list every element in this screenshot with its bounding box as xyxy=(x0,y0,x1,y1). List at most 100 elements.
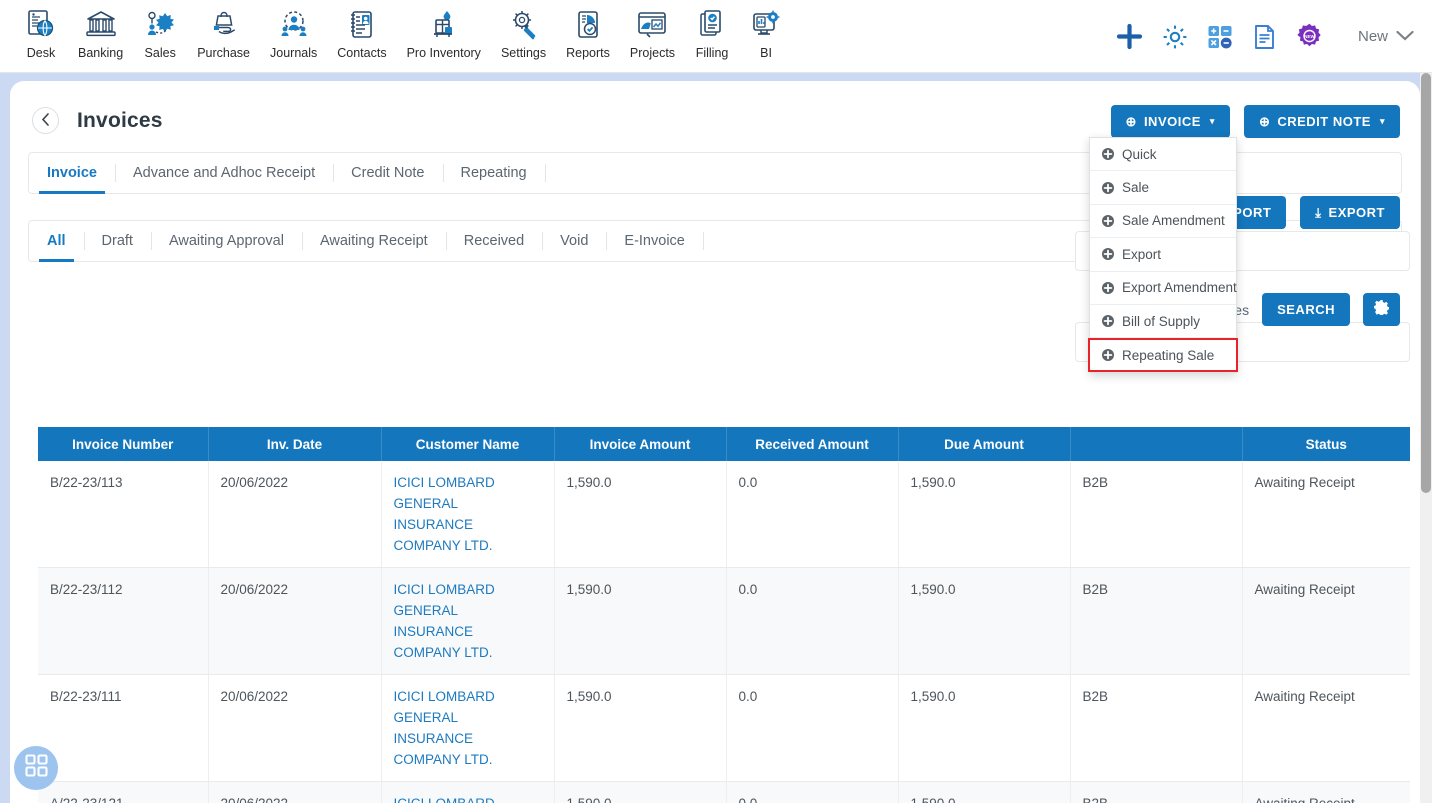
apps-fab-button[interactable] xyxy=(14,746,58,790)
tab-label: All xyxy=(47,233,66,249)
tab-awaiting-approval[interactable]: Awaiting Approval xyxy=(150,221,302,261)
tab-advance-adhoc-receipt[interactable]: Advance and Adhoc Receipt xyxy=(114,153,333,193)
table-row[interactable]: B/22-23/112 20/06/2022 ICICI LOMBARD GENERA… xyxy=(38,567,1410,675)
export-button-label: EXPORT xyxy=(1328,205,1385,220)
vertical-scrollbar[interactable] xyxy=(1420,73,1432,803)
cell-inv-date: 20/06/2022 xyxy=(208,461,382,568)
table-body: B/22-23/113 20/06/2022 ICICI LOMBARD GENERA… xyxy=(38,461,1410,803)
table-settings-button[interactable] xyxy=(1363,293,1400,326)
journals-icon xyxy=(277,6,311,44)
cell-invoice-amount: 1,590.0 xyxy=(554,567,727,675)
nav-item-banking[interactable]: Banking xyxy=(68,0,133,60)
chevron-left-icon xyxy=(41,113,50,128)
import-export-actions: PORT ⤓ EXPORT xyxy=(1218,196,1400,229)
create-actions: ⊕ INVOICE ▾ ⊕ CREDIT NOTE ▾ xyxy=(1110,105,1400,138)
tab-received[interactable]: Received xyxy=(445,221,542,261)
grid-apps-icon xyxy=(24,754,48,782)
nav-item-reports[interactable]: Reports xyxy=(556,0,620,60)
nav-item-journals[interactable]: Journals xyxy=(260,0,327,60)
tab-label: Advance and Adhoc Receipt xyxy=(132,165,316,181)
cell-customer-name[interactable]: ICICI LOMBARDGENERALINSURANCECOMPANY LTD… xyxy=(381,781,555,803)
menu-item-sale[interactable]: Sale xyxy=(1090,171,1236,205)
menu-item-quick[interactable]: Quick xyxy=(1090,138,1236,172)
filling-icon xyxy=(695,6,729,44)
tab-repeating[interactable]: Repeating xyxy=(442,153,545,193)
search-button-label: SEARCH xyxy=(1277,302,1335,317)
gear-icon[interactable] xyxy=(1162,24,1188,50)
cell-invoice-number: A/22-23/121 xyxy=(38,781,209,803)
search-button[interactable]: SEARCH xyxy=(1262,293,1350,326)
tab-void[interactable]: Void xyxy=(542,221,606,261)
cell-invoice-amount: 1,590.0 xyxy=(554,781,727,803)
menu-item-label: Repeating Sale xyxy=(1122,347,1215,363)
cell-invoice-number: B/22-23/111 xyxy=(38,674,209,782)
col-inv-date[interactable]: Inv. Date xyxy=(208,427,382,461)
menu-item-sale-amendment[interactable]: Sale Amendment xyxy=(1090,205,1236,239)
cell-customer-name[interactable]: ICICI LOMBARDGENERALINSURANCECOMPANY LTD… xyxy=(381,674,555,782)
nav-item-desk[interactable]: Desk xyxy=(14,0,68,60)
table-header: Invoice Number Inv. Date Customer Name I… xyxy=(38,427,1410,461)
table-row[interactable]: A/22-23/12120/06/2022ICICI LOMBARDGENERA… xyxy=(38,781,1410,803)
tab-invoice[interactable]: Invoice xyxy=(29,153,115,194)
menu-item-label: Sale Amendment xyxy=(1122,213,1225,229)
col-invoice-amount[interactable]: Invoice Amount xyxy=(554,427,727,461)
cell-customer-name[interactable]: ICICI LOMBARDGENERALINSURANCECOMPANY LTD… xyxy=(381,567,555,675)
menu-item-repeating-sale[interactable]: Repeating Sale xyxy=(1088,338,1238,373)
col-customer-name[interactable]: Customer Name xyxy=(381,427,555,461)
notes-icon[interactable] xyxy=(1252,24,1277,50)
col-invoice-number[interactable]: Invoice Number xyxy=(38,427,209,461)
menu-item-export-amendment[interactable]: Export Amendment xyxy=(1090,272,1237,305)
menu-item-export[interactable]: Export xyxy=(1090,238,1236,272)
menu-item-label: Sale xyxy=(1122,180,1150,196)
cell-customer-name[interactable]: ICICI LOMBARDGENERALINSURANCECOMPANY LTD… xyxy=(381,461,555,568)
customer-name-line: ICICI LOMBARD xyxy=(394,793,542,803)
cell-invoice-number: B/22-23/113 xyxy=(38,461,209,568)
cell-invoice-number: B/22-23/112 xyxy=(38,567,209,675)
tab-all[interactable]: All xyxy=(29,221,84,262)
credit-note-dropdown-button[interactable]: ⊕ CREDIT NOTE ▾ xyxy=(1243,105,1400,138)
nav-item-filling[interactable]: Filling xyxy=(685,0,739,60)
cell-invoice-type: B2B xyxy=(1070,674,1243,782)
cell-invoice-type: B2B xyxy=(1070,567,1243,675)
menu-item-label: Bill of Supply xyxy=(1122,313,1201,329)
menu-item-label: Export Amendment xyxy=(1122,280,1237,296)
add-plus-icon[interactable] xyxy=(1116,23,1143,50)
tab-e-invoice[interactable]: E-Invoice xyxy=(606,221,702,261)
invoices-table: Invoice Number Inv. Date Customer Name I… xyxy=(38,427,1410,803)
inventory-icon xyxy=(427,6,461,44)
cell-invoice-type: B2B xyxy=(1070,781,1243,803)
tab-label: Received xyxy=(463,233,525,249)
cell-due-amount: 1,590.0 xyxy=(898,461,1071,568)
new-dropdown[interactable]: New xyxy=(1358,28,1414,46)
nav-item-sales[interactable]: Sales xyxy=(133,0,187,60)
nav-label: Desk xyxy=(26,46,56,60)
nav-item-settings[interactable]: Settings xyxy=(491,0,556,60)
menu-item-bill-of-supply[interactable]: Bill of Supply xyxy=(1090,305,1236,339)
new-badge-icon[interactable]: NEW xyxy=(1296,23,1323,50)
nav-item-bi[interactable]: BI xyxy=(739,0,793,60)
calculator-icon[interactable] xyxy=(1207,24,1233,50)
tab-draft[interactable]: Draft xyxy=(83,221,151,261)
new-dropdown-label: New xyxy=(1357,28,1388,45)
scrollbar-thumb[interactable] xyxy=(1421,73,1431,493)
customer-name-line: GENERAL xyxy=(393,603,459,618)
col-received-amount[interactable]: Received Amount xyxy=(726,427,899,461)
caret-down-icon: ▾ xyxy=(1379,116,1385,126)
back-button[interactable] xyxy=(32,107,59,134)
table-row[interactable]: B/22-23/111 20/06/2022 ICICI LOMBARD GENERA… xyxy=(38,674,1410,782)
tab-credit-note[interactable]: Credit Note xyxy=(333,153,442,193)
nav-item-projects[interactable]: Projects xyxy=(620,0,685,60)
desk-icon xyxy=(24,6,58,44)
nav-right-actions: NEW New xyxy=(1116,0,1414,73)
nav-item-contacts[interactable]: Contacts xyxy=(327,0,396,60)
col-due-amount[interactable]: Due Amount xyxy=(898,427,1071,461)
col-invoice-type[interactable] xyxy=(1070,427,1243,461)
projects-icon xyxy=(635,6,669,44)
col-status[interactable]: Status xyxy=(1242,427,1410,461)
invoice-dropdown-button[interactable]: ⊕ INVOICE ▾ xyxy=(1110,105,1230,138)
export-button[interactable]: ⤓ EXPORT xyxy=(1300,196,1400,229)
nav-item-purchase[interactable]: Purchase xyxy=(187,0,260,60)
tab-awaiting-receipt[interactable]: Awaiting Receipt xyxy=(301,221,446,261)
nav-item-pro-inventory[interactable]: Pro Inventory xyxy=(397,0,491,60)
table-row[interactable]: B/22-23/113 20/06/2022 ICICI LOMBARD GENERA… xyxy=(38,461,1410,568)
